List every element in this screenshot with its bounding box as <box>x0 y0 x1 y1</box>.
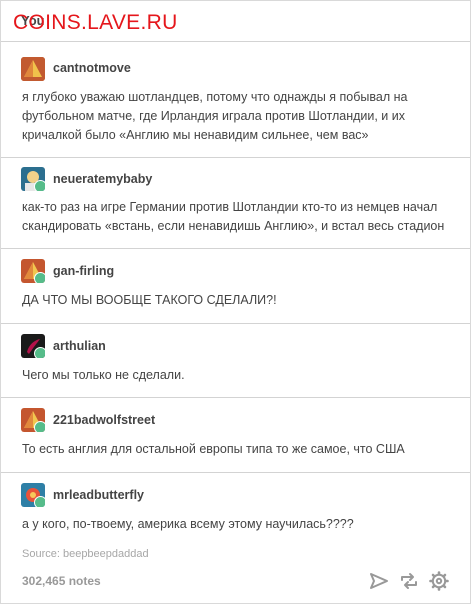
username[interactable]: neueratemybaby <box>53 172 152 186</box>
username[interactable]: 221badwolfstreet <box>53 413 155 427</box>
divider <box>1 397 470 398</box>
username[interactable]: arthulian <box>53 339 106 353</box>
source-link[interactable]: Source: beepbeepdaddad <box>22 548 149 560</box>
badge-icon <box>34 272 45 283</box>
username[interactable]: mrleadbutterfly <box>53 488 144 502</box>
username[interactable]: gan-firling <box>53 264 114 278</box>
avatar[interactable] <box>21 259 45 283</box>
watermark-text: COINS.LAVE.RU <box>13 11 178 34</box>
divider <box>1 248 470 249</box>
post-text: а у кого, по-твоему, америка всему этому… <box>22 517 354 531</box>
avatar[interactable] <box>21 334 45 358</box>
post-card: You COINS.LAVE.RU cantnotmove я глубоко … <box>0 0 471 604</box>
avatar[interactable] <box>21 408 45 432</box>
avatar[interactable] <box>21 483 45 507</box>
settings-icon[interactable] <box>429 571 449 591</box>
divider <box>1 157 470 158</box>
badge-icon <box>34 496 45 507</box>
username[interactable]: cantnotmove <box>53 61 131 75</box>
post-text: Чего мы только не сделали. <box>22 368 185 382</box>
reblog-icon[interactable] <box>399 571 419 591</box>
post-text: ДА ЧТО МЫ ВООБЩЕ ТАКОГО СДЕЛАЛИ?! <box>22 293 277 307</box>
send-icon[interactable] <box>369 571 389 591</box>
post-text: я глубоко уважаю шотландцев, потому что … <box>22 90 408 142</box>
post-text: как-то раз на игре Германии против Шотла… <box>22 200 445 233</box>
badge-icon <box>34 421 45 432</box>
notes-count[interactable]: 302,465 notes <box>22 574 101 588</box>
avatar[interactable] <box>21 57 45 81</box>
avatar[interactable] <box>21 167 45 191</box>
post-header: You COINS.LAVE.RU <box>1 1 470 41</box>
divider <box>1 323 470 324</box>
badge-icon <box>34 180 45 191</box>
badge-icon <box>34 347 45 358</box>
avatar-image <box>21 57 45 81</box>
post-text: То есть англия для остальной европы типа… <box>22 442 405 456</box>
divider <box>1 41 470 42</box>
divider <box>1 472 470 473</box>
